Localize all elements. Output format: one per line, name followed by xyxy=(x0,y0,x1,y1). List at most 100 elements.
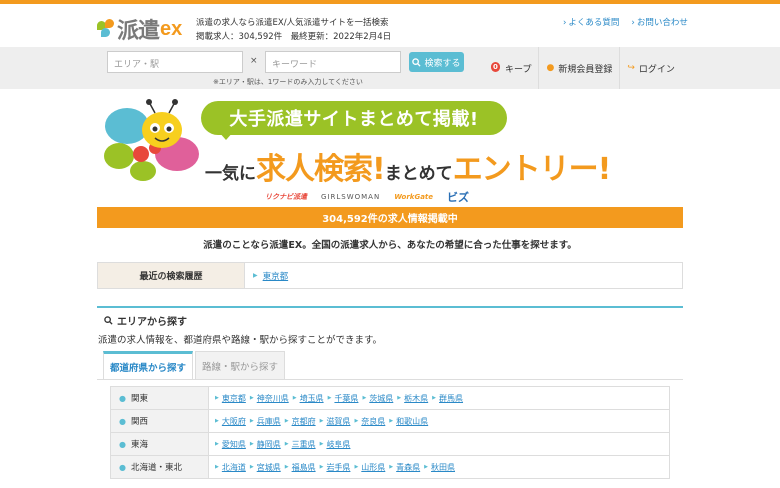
region-row: ● 北海道・東北 ▶ 北海道 ▶ 宮城県 ▶ 福島県 ▶ 岩手県 ▶ 山形県 ▶ 青森県 ▶ 秋田県 xyxy=(111,456,669,479)
header-info: 派遣の求人なら派遣EX/人気派遣サイトを一括検索 掲載求人：304,592件 最… xyxy=(196,16,391,44)
mascot-icon xyxy=(104,99,199,181)
hero-catchphrase: 一気に 求人検索! まとめて エントリー! xyxy=(205,152,611,187)
prefecture-link[interactable]: 青森県 xyxy=(396,462,420,473)
contact-link[interactable]: › お問い合わせ xyxy=(631,16,687,28)
arrow-right-icon: ▶ xyxy=(389,464,394,470)
arrow-right-icon: ▶ xyxy=(284,441,289,447)
arrow-right-icon: ▶ xyxy=(253,272,258,279)
history-label: 最近の検索履歴 xyxy=(98,263,245,288)
arrow-right-icon: ▶ xyxy=(215,395,219,401)
hero-banner: 大手派遣サイトまとめて掲載! 一気に 求人検索! まとめて エントリー! リクナ… xyxy=(97,96,683,206)
faq-link[interactable]: › よくある質問 xyxy=(563,16,619,28)
arrow-right-icon: ▶ xyxy=(319,464,324,470)
keep-count-badge: 0 xyxy=(491,62,500,72)
prefecture-link[interactable]: 北海道 xyxy=(222,462,246,473)
arrow-right-icon: ▶ xyxy=(354,418,359,424)
prefecture-link[interactable]: 宮城県 xyxy=(257,462,281,473)
partner-logo: WorkGate xyxy=(394,193,434,201)
arrow-right-icon: ▶ xyxy=(362,395,367,401)
region-table: ● 関東 ▶ 東京都 ▶ 神奈川県 ▶ 埼玉県 ▶ 千葉県 ▶ 茨城県 ▶ 栃木県 ▶ 群馬県 ● 関西 ▶ 大阪府 ▶… xyxy=(110,386,670,479)
search-button[interactable]: 検索する xyxy=(409,52,464,72)
prefecture-link[interactable]: 栃木県 xyxy=(404,393,428,404)
job-count-bar: 304,592件の求人情報掲載中 xyxy=(97,207,683,228)
partner-logo: GIRLSWOMAN xyxy=(321,193,381,201)
search-note: ※エリア・駅は、1ワードのみ入力してください xyxy=(213,78,363,86)
user-nav: 0 キープ ● 新規会員登録 ↪ ログイン xyxy=(484,47,682,89)
site-header: 派遣 ex 派遣の求人なら派遣EX/人気派遣サイトを一括検索 掲載求人：304,… xyxy=(0,4,780,47)
partner-logos: リクナビ派遣 GIRLSWOMAN WorkGate ビズ xyxy=(265,189,469,205)
prefecture-link[interactable]: 埼玉県 xyxy=(300,393,324,404)
region-row: ● 東海 ▶ 愛知県 ▶ 静岡県 ▶ 三重県 ▶ 岐阜県 xyxy=(111,433,669,456)
area-tabs: 都道府県から探す 路線・駅から探す xyxy=(103,351,286,380)
prefecture-link[interactable]: 兵庫県 xyxy=(257,416,281,427)
times-separator: × xyxy=(250,56,258,66)
prefecture-link[interactable]: 神奈川県 xyxy=(257,393,289,404)
prefecture-link[interactable]: 福島県 xyxy=(292,462,316,473)
prefecture-link[interactable]: 京都府 xyxy=(292,416,316,427)
keyword-input[interactable]: キーワード xyxy=(265,51,401,73)
tab-prefecture[interactable]: 都道府県から探す xyxy=(103,351,194,380)
history-item-link[interactable]: 東京都 xyxy=(263,270,289,282)
prefecture-link[interactable]: 岐阜県 xyxy=(326,439,350,450)
partner-logo: リクナビ派遣 xyxy=(265,193,307,201)
prefecture-link[interactable]: 東京都 xyxy=(222,393,246,404)
prefecture-link[interactable]: 山形県 xyxy=(361,462,385,473)
search-icon xyxy=(104,316,113,325)
region-name: ● 東海 xyxy=(111,433,209,455)
keep-label: キープ xyxy=(505,64,532,75)
region-prefs: ▶ 大阪府 ▶ 兵庫県 ▶ 京都府 ▶ 滋賀県 ▶ 奈良県 ▶ 和歌山県 xyxy=(209,410,432,432)
user-icon: ● xyxy=(546,63,555,73)
arrow-right-icon: ▶ xyxy=(284,418,289,424)
prefecture-link[interactable]: 和歌山県 xyxy=(396,416,428,427)
prefecture-link[interactable]: 大阪府 xyxy=(222,416,246,427)
area-section-title: エリアから探す xyxy=(104,313,187,328)
prefecture-link[interactable]: 岩手県 xyxy=(326,462,350,473)
header-tagline: 派遣の求人なら派遣EX/人気派遣サイトを一括検索 xyxy=(196,18,389,28)
register-button[interactable]: ● 新規会員登録 xyxy=(538,47,619,89)
map-pin-icon: ● xyxy=(119,416,126,426)
prefecture-link[interactable]: 奈良県 xyxy=(361,416,385,427)
prefecture-link[interactable]: 千葉県 xyxy=(334,393,358,404)
partner-logo: ビズ xyxy=(447,191,470,204)
region-name: ● 北海道・東北 xyxy=(111,456,209,478)
login-button[interactable]: ↪ ログイン xyxy=(619,47,682,89)
arrow-right-icon: ▶ xyxy=(215,441,219,447)
prefecture-link[interactable]: 滋賀県 xyxy=(326,416,350,427)
map-pin-icon: ● xyxy=(119,393,126,403)
arrow-right-icon: ▶ xyxy=(319,441,324,447)
map-pin-icon: ● xyxy=(119,462,126,472)
chevron-right-icon: › xyxy=(563,18,567,28)
prefecture-link[interactable]: 静岡県 xyxy=(257,439,281,450)
logo-text: 派遣 xyxy=(117,19,160,44)
prefecture-link[interactable]: 三重県 xyxy=(292,439,316,450)
header-links: › よくある質問 › お問い合わせ xyxy=(563,16,688,28)
register-label: 新規会員登録 xyxy=(558,64,613,75)
hero-bubble: 大手派遣サイトまとめて掲載! xyxy=(201,101,507,135)
tab-station[interactable]: 路線・駅から探す xyxy=(195,351,286,379)
chevron-right-icon: › xyxy=(631,18,635,28)
arrow-right-icon: ▶ xyxy=(319,418,324,424)
keep-button[interactable]: 0 キープ xyxy=(484,47,538,89)
region-prefs: ▶ 東京都 ▶ 神奈川県 ▶ 埼玉県 ▶ 千葉県 ▶ 茨城県 ▶ 栃木県 ▶ 群馬県 xyxy=(209,387,467,409)
arrow-right-icon: ▶ xyxy=(215,418,219,424)
arrow-right-icon: ▶ xyxy=(284,464,289,470)
region-row: ● 関東 ▶ 東京都 ▶ 神奈川県 ▶ 埼玉県 ▶ 千葉県 ▶ 茨城県 ▶ 栃木県 ▶ 群馬県 xyxy=(111,387,669,410)
region-prefs: ▶ 北海道 ▶ 宮城県 ▶ 福島県 ▶ 岩手県 ▶ 山形県 ▶ 青森県 ▶ 秋田県 xyxy=(209,456,459,478)
site-tagline: 派遣のことなら派遣EX。全国の派遣求人から、あなたの希望に合った仕事を探せます。 xyxy=(203,240,577,251)
arrow-right-icon: ▶ xyxy=(292,395,297,401)
prefecture-link[interactable]: 茨城県 xyxy=(369,393,393,404)
site-logo[interactable]: 派遣 ex xyxy=(97,13,182,45)
header-stats: 掲載求人：304,592件 最終更新：2022年2月4日 xyxy=(196,32,392,42)
arrow-right-icon: ▶ xyxy=(432,395,437,401)
arrow-right-icon: ▶ xyxy=(424,464,429,470)
prefecture-link[interactable]: 秋田県 xyxy=(431,462,455,473)
prefecture-link[interactable]: 愛知県 xyxy=(222,439,246,450)
area-input[interactable]: エリア・駅 xyxy=(107,51,243,73)
prefecture-link[interactable]: 群馬県 xyxy=(439,393,463,404)
arrow-right-icon: ▶ xyxy=(249,464,254,470)
search-icon xyxy=(412,57,422,67)
region-name: ● 関西 xyxy=(111,410,209,432)
arrow-right-icon: ▶ xyxy=(249,395,254,401)
search-button-label: 検索する xyxy=(424,58,461,69)
login-label: ログイン xyxy=(638,64,675,75)
